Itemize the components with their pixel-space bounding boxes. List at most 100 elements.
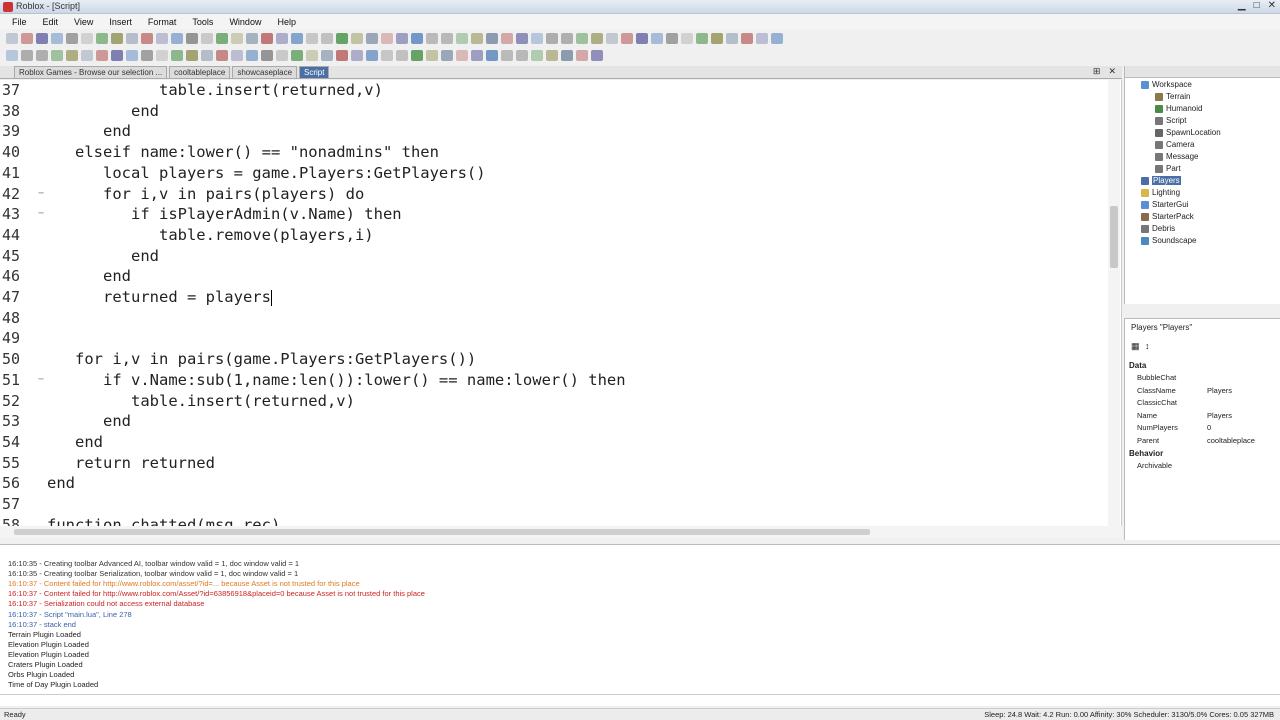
code-line[interactable]: 39 end bbox=[0, 122, 1110, 143]
code-line[interactable]: 41 local players = game.Players:GetPlaye… bbox=[0, 164, 1110, 185]
toolbar-button-icon[interactable] bbox=[546, 32, 558, 44]
toolbar-button-icon[interactable] bbox=[351, 49, 363, 61]
toolbar-button-icon[interactable] bbox=[756, 32, 768, 44]
explorer-item-startergui[interactable]: StarterGui bbox=[1141, 200, 1188, 209]
toolbar-button-icon[interactable] bbox=[81, 49, 93, 61]
fold-toggle-icon[interactable]: − bbox=[38, 188, 44, 199]
toolbar-button-icon[interactable] bbox=[336, 49, 348, 61]
property-row-classname[interactable]: ClassName Players bbox=[1125, 386, 1273, 398]
explorer-item-debris[interactable]: Debris bbox=[1141, 224, 1175, 233]
explorer-item-part[interactable]: Part bbox=[1155, 164, 1181, 173]
explorer-item-message[interactable]: Message bbox=[1155, 152, 1198, 161]
explorer-item-script[interactable]: Script bbox=[1155, 116, 1186, 125]
toolbar-button-icon[interactable] bbox=[21, 32, 33, 44]
code-line[interactable]: 42 − for i,v in pairs(players) do bbox=[0, 185, 1110, 206]
toolbar-button-icon[interactable] bbox=[141, 32, 153, 44]
toolbar-button-icon[interactable] bbox=[6, 32, 18, 44]
toolbar-button-icon[interactable] bbox=[366, 49, 378, 61]
toolbar-button-icon[interactable] bbox=[21, 49, 33, 61]
toolbar-button-icon[interactable] bbox=[36, 49, 48, 61]
toolbar-button-icon[interactable] bbox=[486, 32, 498, 44]
toolbar-button-icon[interactable] bbox=[576, 32, 588, 44]
code-line[interactable]: 48 bbox=[0, 309, 1110, 330]
toolbar-button-icon[interactable] bbox=[441, 32, 453, 44]
toolbar-button-icon[interactable] bbox=[726, 32, 738, 44]
tab-roblox-games[interactable]: Roblox Games - Browse our selection ... bbox=[14, 66, 168, 78]
tab-pin-icon[interactable]: ⊞ bbox=[1093, 66, 1101, 77]
sort-alpha-icon[interactable]: ↕ bbox=[1145, 341, 1150, 351]
toolbar-button-icon[interactable] bbox=[111, 49, 123, 61]
editor-vertical-scrollbar[interactable] bbox=[1108, 80, 1120, 526]
toolbar-button-icon[interactable] bbox=[411, 32, 423, 44]
toolbar-button-icon[interactable] bbox=[516, 49, 528, 61]
toolbar-button-icon[interactable] bbox=[246, 49, 258, 61]
explorer-item-players[interactable]: Players bbox=[1141, 176, 1181, 185]
toolbar-button-icon[interactable] bbox=[141, 49, 153, 61]
toolbar-button-icon[interactable] bbox=[111, 32, 123, 44]
toolbar-button-icon[interactable] bbox=[66, 49, 78, 61]
toolbar-button-icon[interactable] bbox=[126, 32, 138, 44]
toolbar-button-icon[interactable] bbox=[591, 32, 603, 44]
toolbar-button-icon[interactable] bbox=[501, 49, 513, 61]
toolbar-button-icon[interactable] bbox=[321, 32, 333, 44]
toolbar-button-icon[interactable] bbox=[486, 49, 498, 61]
menu-window[interactable]: Window bbox=[221, 17, 269, 27]
menu-view[interactable]: View bbox=[66, 17, 101, 27]
explorer-item-workspace[interactable]: Workspace bbox=[1141, 80, 1192, 89]
explorer-item-camera[interactable]: Camera bbox=[1155, 140, 1194, 149]
toolbar-button-icon[interactable] bbox=[186, 32, 198, 44]
code-line[interactable]: 55 return returned bbox=[0, 454, 1110, 475]
code-line[interactable]: 43 − if isPlayerAdmin(v.Name) then bbox=[0, 205, 1110, 226]
toolbar-button-icon[interactable] bbox=[561, 32, 573, 44]
toolbar-button-icon[interactable] bbox=[741, 32, 753, 44]
toolbar-button-icon[interactable] bbox=[411, 49, 423, 61]
explorer-item-lighting[interactable]: Lighting bbox=[1141, 188, 1180, 197]
toolbar-button-icon[interactable] bbox=[591, 49, 603, 61]
fold-toggle-icon[interactable]: − bbox=[38, 374, 44, 385]
toolbar-button-icon[interactable] bbox=[156, 32, 168, 44]
toolbar-button-icon[interactable] bbox=[696, 32, 708, 44]
script-editor[interactable]: 37 table.insert(returned,v) 38 end 39 end 4… bbox=[0, 80, 1122, 526]
toolbar-button-icon[interactable] bbox=[6, 49, 18, 61]
toolbar-button-icon[interactable] bbox=[471, 49, 483, 61]
toolbar-button-icon[interactable] bbox=[396, 49, 408, 61]
toolbar-button-icon[interactable] bbox=[231, 49, 243, 61]
toolbar-button-icon[interactable] bbox=[81, 32, 93, 44]
toolbar-button-icon[interactable] bbox=[441, 49, 453, 61]
code-line[interactable]: 49 bbox=[0, 329, 1110, 350]
sort-category-icon[interactable]: ▦ bbox=[1131, 341, 1140, 352]
toolbar-button-icon[interactable] bbox=[531, 49, 543, 61]
property-value[interactable]: Players bbox=[1207, 411, 1232, 420]
toolbar-button-icon[interactable] bbox=[771, 32, 783, 44]
code-line[interactable]: 47 returned = players bbox=[0, 288, 1110, 309]
toolbar-button-icon[interactable] bbox=[456, 49, 468, 61]
property-row-bubblechat[interactable]: BubbleChat bbox=[1125, 373, 1273, 385]
command-bar[interactable] bbox=[0, 694, 1280, 706]
code-line[interactable]: 38 end bbox=[0, 102, 1110, 123]
toolbar-button-icon[interactable] bbox=[291, 49, 303, 61]
code-line[interactable]: 40 elseif name:lower() == "nonadmins" th… bbox=[0, 143, 1110, 164]
section-data[interactable]: Data bbox=[1129, 361, 1146, 370]
property-value[interactable]: cooltableplace bbox=[1207, 436, 1255, 445]
fold-toggle-icon[interactable]: − bbox=[38, 208, 44, 219]
property-row-name[interactable]: Name Players bbox=[1125, 411, 1273, 423]
tab-script[interactable]: Script bbox=[299, 66, 330, 78]
explorer-item-humanoid[interactable]: Humanoid bbox=[1155, 104, 1202, 113]
code-line[interactable]: 54 end bbox=[0, 433, 1110, 454]
explorer-item-soundscape[interactable]: Soundscape bbox=[1141, 236, 1196, 245]
toolbar-button-icon[interactable] bbox=[171, 49, 183, 61]
menu-tools[interactable]: Tools bbox=[184, 17, 221, 27]
property-row-parent[interactable]: Parent cooltableplace bbox=[1125, 436, 1273, 448]
editor-horizontal-scrollbar[interactable] bbox=[0, 526, 1122, 538]
code-line[interactable]: 56 end bbox=[0, 474, 1110, 495]
property-row-numplayers[interactable]: NumPlayers 0 bbox=[1125, 423, 1273, 435]
explorer-item-starterpack[interactable]: StarterPack bbox=[1141, 212, 1194, 221]
toolbar-button-icon[interactable] bbox=[66, 32, 78, 44]
tab-showcaseplace[interactable]: showcaseplace bbox=[232, 66, 298, 78]
toolbar-button-icon[interactable] bbox=[456, 32, 468, 44]
toolbar-button-icon[interactable] bbox=[546, 49, 558, 61]
scrollbar-thumb[interactable] bbox=[14, 529, 870, 535]
code-line[interactable]: 50 for i,v in pairs(game.Players:GetPlay… bbox=[0, 350, 1110, 371]
toolbar-button-icon[interactable] bbox=[381, 49, 393, 61]
menu-file[interactable]: File bbox=[4, 17, 35, 27]
